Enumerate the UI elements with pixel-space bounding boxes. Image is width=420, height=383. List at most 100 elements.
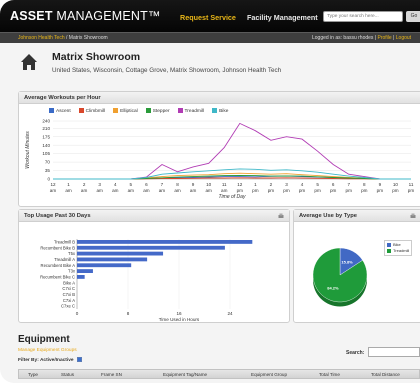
x-tick-period: am [97,188,104,193]
x-tick-period: am [65,188,72,193]
legend-swatch [387,248,391,253]
manage-groups-link[interactable]: Manage Equipment Groups [18,348,77,353]
x-tick-period: am [159,188,166,193]
location-path: United States, Wisconsin, Cottage Grove,… [52,67,282,74]
x-tick-label: 0 [76,311,79,316]
x-axis-title: Time of Day [219,194,246,200]
x-tick-period: pm [361,188,368,193]
bar-category-label: Bike A [63,280,75,285]
col-total-time[interactable]: Total Time [319,372,340,377]
top-search-go-button[interactable]: Go [406,11,420,22]
bar-category-label: Recumbent Bike B [40,245,75,250]
x-tick-period: pm [330,188,337,193]
x-tick-label: 8 [363,182,366,187]
equipment-table-header: Type Status Frame SN Equipment Tag/Name … [18,369,420,379]
workouts-panel: Average Workouts per Hour Ascent Climbmil… [18,91,420,207]
x-tick-label: 6 [332,182,335,187]
col-frame-sn[interactable]: Frame SN [101,372,122,377]
filter-active[interactable]: Filter By: Active/Inactive [18,357,82,363]
pie-slice-label: 15.8% [341,259,353,264]
y-axis-title: Workout Minutes [25,131,31,169]
workouts-line-chart: 0357010514017521024012am1am2am3am4am5am6… [25,119,415,200]
x-tick-label: 12 [50,182,56,187]
x-tick-label: 10 [206,182,212,187]
x-tick-period: am [205,188,212,193]
y-tick-label: 105 [42,151,50,156]
x-tick-period: pm [252,188,259,193]
top-search-input[interactable]: Type your search here... [323,11,403,22]
usage-bar [77,263,132,268]
type-panel-header: Average Use by Type [294,210,420,222]
legend-label: Bike [393,242,401,247]
x-tick-period: pm [392,188,399,193]
bar-category-label: C7xi A [63,298,75,303]
home-icon [21,54,37,70]
x-tick-period: am [221,188,228,193]
nav-facility-management[interactable]: Facility Management [247,13,318,22]
x-tick-period: pm [314,188,321,193]
x-tick-period: am [174,188,181,193]
x-tick-label: 11 [409,182,414,187]
breadcrumb-root-link[interactable]: Johnson Health Tech [18,35,65,41]
logout-link[interactable]: Logout [396,35,411,41]
x-tick-label: 11 [222,182,227,187]
x-tick-label: 6 [145,182,148,187]
x-tick-label: 9 [379,182,382,187]
x-tick-period: pm [346,188,353,193]
x-tick-label: 5 [316,182,319,187]
x-tick-label: 9 [192,182,195,187]
col-status[interactable]: Status [61,372,74,377]
usage-bar-chart: 0 8 16 24 Treadmill BRecumbent Bike BT5xTrea… [40,239,253,322]
y-tick-label: 70 [45,160,51,165]
col-equipment-tag[interactable]: Equipment Tag/Name [163,372,207,377]
y-tick-label: 210 [42,126,50,131]
x-tick-label: 10 [393,182,399,187]
nav-request-service[interactable]: Request Service [180,13,236,22]
y-tick-label: 140 [42,143,50,148]
type-pie-chart: 15.8% 84.2% [312,247,368,307]
breadcrumb-bar: Johnson Health Tech / Matrix Showroom Lo… [0,32,420,43]
app-window: ASSET MANAGEMENT™ Request Service Facili… [0,0,420,383]
x-tick-label: 24 [227,311,233,316]
col-equipment-group[interactable]: Equipment Group [251,372,287,377]
print-icon[interactable] [278,213,284,219]
x-tick-label: 7 [347,182,350,187]
bar-category-label: Recumbent Bike A [41,263,76,268]
print-icon[interactable] [410,213,416,219]
col-type[interactable]: Type [28,372,38,377]
col-total-distance[interactable]: Total Distance [371,372,400,377]
workouts-panel-header: Average Workouts per Hour [19,92,420,104]
x-tick-label: 4 [114,182,117,187]
x-tick-period: am [50,188,57,193]
breadcrumb: Johnson Health Tech / Matrix Showroom [18,35,108,41]
x-tick-label: 5 [130,182,133,187]
filter-checkbox[interactable] [76,357,82,362]
x-tick-label: 8 [176,182,179,187]
x-tick-period: pm [268,188,275,193]
top-bar: ASSET MANAGEMENT™ Request Service Facili… [0,0,420,32]
x-tick-period: pm [408,188,415,193]
pie-legend-item-treadmill: Treadmill [387,248,409,254]
x-tick-period: pm [377,188,384,193]
bar-category-label: T5x [68,251,76,256]
x-tick-label: 8 [127,311,130,316]
bar-category-label: C7xe C [61,304,75,309]
x-tick-period: am [112,188,119,193]
x-tick-label: 2 [83,182,86,187]
pie-slice-label: 84.2% [327,286,339,291]
app-logo[interactable]: ASSET MANAGEMENT™ [10,9,161,23]
usage-panel-header: Top Usage Past 30 Days [19,210,289,222]
x-tick-label: 2 [270,182,273,187]
profile-link[interactable]: Profile [378,35,392,41]
y-tick-label: 0 [47,177,50,182]
equipment-search-input[interactable] [368,347,420,357]
pie-legend: Bike Treadmill [384,240,413,256]
breadcrumb-current: Matrix Showroom [68,35,108,41]
x-axis-title: Time Used in Hours [159,317,200,322]
usage-bar [77,240,253,244]
x-tick-period: pm [283,188,290,193]
bar-category-label: T3x [68,269,76,274]
usage-panel: Top Usage Past 30 Days 0 8 16 24 Treadmill B… [18,209,290,323]
usage-bar [77,245,225,250]
equipment-search-label: Search: [346,350,365,356]
